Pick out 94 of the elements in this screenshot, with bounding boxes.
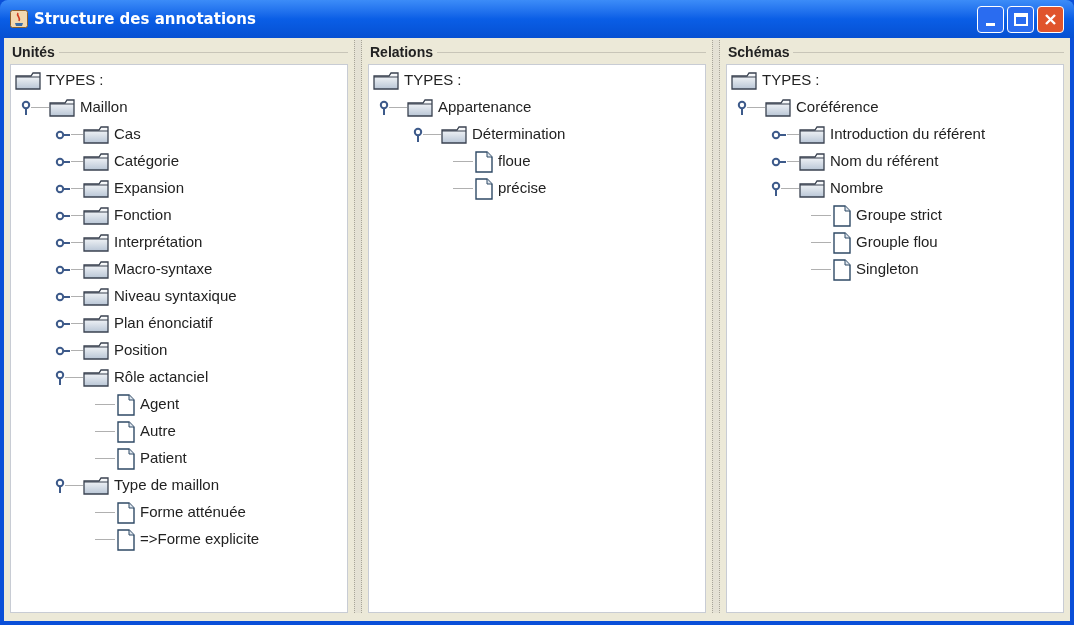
- folder-icon: [83, 152, 109, 171]
- tree-item-label[interactable]: Introduction du référent: [830, 123, 986, 146]
- close-icon: [1044, 12, 1057, 26]
- splitter-handle[interactable]: [712, 40, 720, 613]
- document-icon: [117, 447, 135, 470]
- folder-icon: [83, 206, 109, 225]
- tree-item-label[interactable]: Catégorie: [114, 150, 180, 173]
- expanded-handle-icon[interactable]: [21, 99, 31, 116]
- folder-icon: [83, 125, 109, 144]
- tree-item-label[interactable]: Nombre: [830, 177, 884, 200]
- folder-icon: [83, 476, 109, 495]
- tree-item-label[interactable]: Groupe strict: [856, 204, 942, 227]
- expanded-handle-icon[interactable]: [379, 99, 389, 116]
- folder-icon: [799, 179, 825, 198]
- panel-title: Unités: [11, 42, 56, 62]
- expanded-handle-icon[interactable]: [771, 180, 781, 197]
- panel-title: Schémas: [727, 42, 791, 62]
- tree-item-label[interactable]: Expansion: [114, 177, 185, 200]
- expanded-handle-icon[interactable]: [413, 126, 423, 143]
- collapsed-handle-icon[interactable]: [55, 264, 71, 275]
- tree-item-label[interactable]: précise: [498, 177, 547, 200]
- tree-item-label[interactable]: floue: [498, 150, 531, 173]
- collapsed-handle-icon[interactable]: [55, 210, 71, 221]
- tree-view[interactable]: [10, 64, 348, 613]
- tree-item-label[interactable]: =>Forme explicite: [140, 528, 260, 551]
- collapsed-handle-icon[interactable]: [55, 318, 71, 329]
- folder-icon: [373, 71, 399, 90]
- document-icon: [833, 204, 851, 227]
- folder-icon: [441, 125, 467, 144]
- window-title: Structure des annotations: [34, 8, 256, 30]
- tree-item-label[interactable]: TYPES :: [762, 69, 820, 92]
- tree-item-label[interactable]: Niveau syntaxique: [114, 285, 237, 308]
- tree-item-label[interactable]: Grouple flou: [856, 231, 938, 254]
- tree-item-label[interactable]: Macro-syntaxe: [114, 258, 213, 281]
- splitter-handle[interactable]: [354, 40, 362, 613]
- tree-view[interactable]: TYPES : Appartenance Détermination floue précise: [368, 64, 706, 613]
- expanded-handle-icon[interactable]: [55, 477, 65, 494]
- folder-icon: [83, 368, 109, 387]
- collapsed-handle-icon[interactable]: [771, 129, 787, 140]
- folder-icon: [407, 98, 433, 117]
- minimize-button[interactable]: [977, 5, 1004, 33]
- tree-view[interactable]: TYPES : Coréférence Introduction du référent Nom du référent Nombre Groupe strict Grouple flou Singleton: [726, 64, 1064, 613]
- tree-item-label[interactable]: Maillon: [80, 96, 128, 119]
- app-icon: [10, 10, 28, 28]
- tree-item-label[interactable]: Forme atténuée: [140, 501, 246, 524]
- expanded-handle-icon[interactable]: [737, 99, 747, 116]
- collapsed-handle-icon[interactable]: [55, 183, 71, 194]
- folder-icon: [799, 152, 825, 171]
- document-icon: [117, 528, 135, 551]
- collapsed-handle-icon[interactable]: [55, 156, 71, 167]
- document-icon: [833, 258, 851, 281]
- expanded-handle-icon[interactable]: [55, 369, 65, 386]
- collapsed-handle-icon[interactable]: [55, 345, 71, 356]
- tree-item-label[interactable]: Détermination: [472, 123, 566, 146]
- collapsed-handle-icon[interactable]: [55, 237, 71, 248]
- folder-icon: [731, 71, 757, 90]
- folder-icon: [83, 233, 109, 252]
- tree-item-label[interactable]: Interprétation: [114, 231, 203, 254]
- tree-item-label[interactable]: Type de maillon: [114, 474, 220, 497]
- folder-icon: [15, 71, 41, 90]
- tree-item-label[interactable]: TYPES :: [404, 69, 462, 92]
- tree-item-label[interactable]: Patient: [140, 447, 187, 470]
- document-icon: [117, 420, 135, 443]
- folder-icon: [765, 98, 791, 117]
- tree-item-label[interactable]: Position: [114, 339, 168, 362]
- document-icon: [833, 231, 851, 254]
- collapsed-handle-icon[interactable]: [55, 129, 71, 140]
- document-icon: [117, 393, 135, 416]
- tree-item-label[interactable]: Autre: [140, 420, 176, 443]
- folder-icon: [49, 98, 75, 117]
- collapsed-handle-icon[interactable]: [771, 156, 787, 167]
- folder-icon: [83, 260, 109, 279]
- folder-icon: [83, 314, 109, 333]
- tree-item-label[interactable]: Coréférence: [796, 96, 879, 119]
- folder-icon: [83, 287, 109, 306]
- tree-item-label[interactable]: Plan énonciatif: [114, 312, 213, 335]
- document-icon: [117, 501, 135, 524]
- collapsed-handle-icon[interactable]: [55, 291, 71, 302]
- folder-icon: [83, 341, 109, 360]
- tree-item-label[interactable]: Singleton: [856, 258, 919, 281]
- tree-item-label[interactable]: Fonction: [114, 204, 172, 227]
- tree-item-label[interactable]: Cas: [114, 123, 141, 146]
- folder-icon: [83, 179, 109, 198]
- document-icon: [475, 177, 493, 200]
- panel-title: Relations: [369, 42, 434, 62]
- tree-item-label[interactable]: Rôle actanciel: [114, 366, 209, 389]
- folder-icon: [799, 125, 825, 144]
- tree-item-label[interactable]: Agent: [140, 393, 180, 416]
- maximize-button[interactable]: [1007, 5, 1034, 33]
- tree-item-label[interactable]: Appartenance: [438, 96, 532, 119]
- tree-item-label[interactable]: Nom du référent: [830, 150, 939, 173]
- document-icon: [475, 150, 493, 173]
- tree-item-label[interactable]: TYPES :: [46, 69, 104, 92]
- close-button[interactable]: [1037, 5, 1064, 33]
